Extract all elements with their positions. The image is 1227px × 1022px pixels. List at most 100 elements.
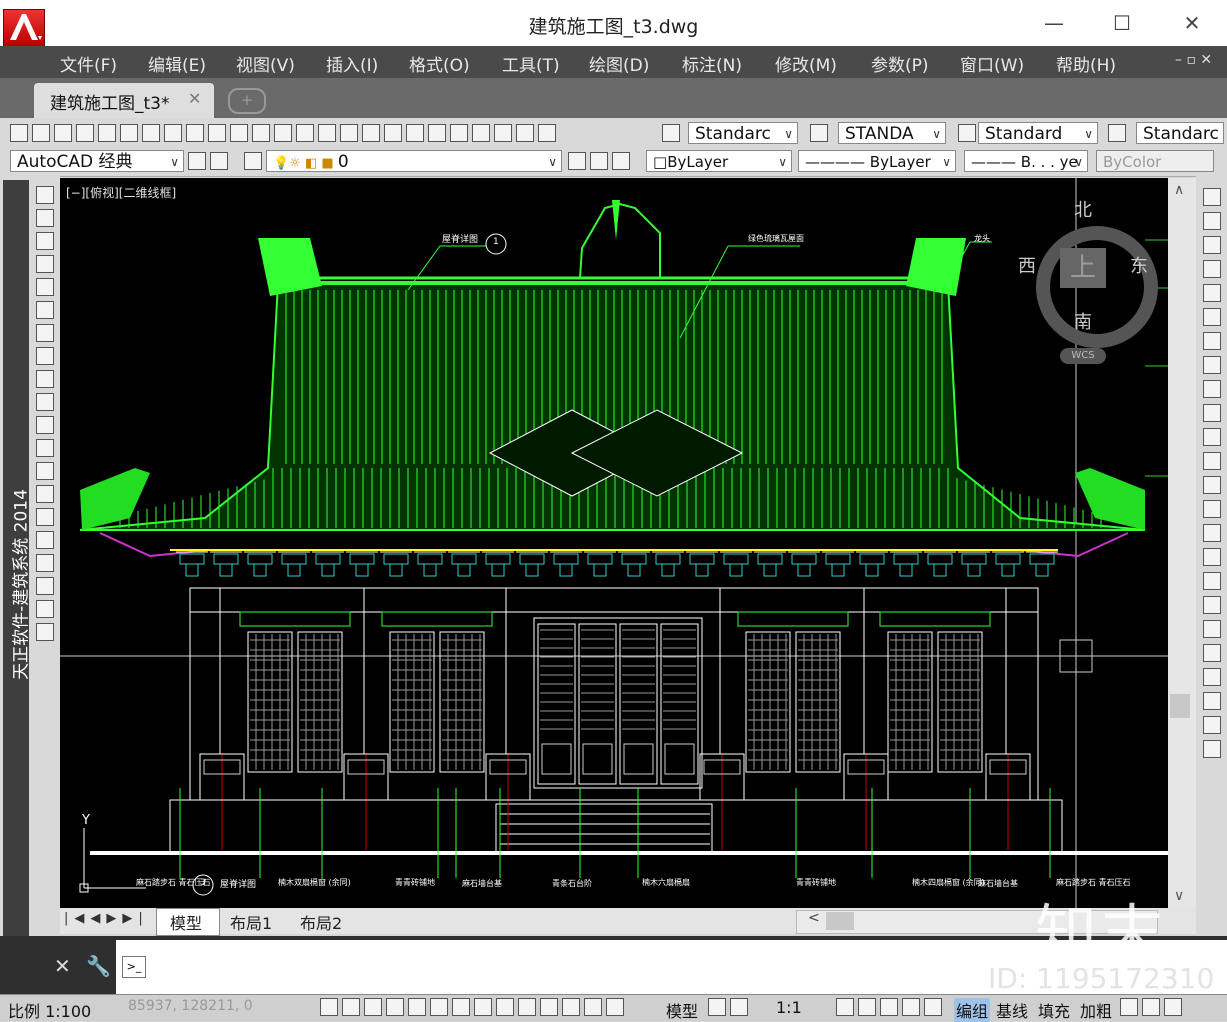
lock-icon[interactable] (902, 998, 920, 1016)
make-current-layer-icon[interactable] (568, 152, 586, 170)
preview-icon[interactable] (98, 124, 116, 142)
new-tab-button[interactable]: + (228, 88, 266, 114)
color-dropdown[interactable]: □ByLayer ∨ (646, 150, 792, 172)
zoom-window-icon[interactable] (362, 124, 380, 142)
menu-edit[interactable]: 编辑(E) (148, 51, 206, 76)
chamfer-icon[interactable] (1203, 500, 1221, 518)
redo-icon[interactable] (296, 124, 314, 142)
scroll-down-icon[interactable]: ∨ (1174, 888, 1184, 904)
mtext-icon[interactable] (36, 600, 54, 618)
dimension-icon[interactable] (1203, 740, 1221, 758)
multileader-style-dropdown[interactable]: Standarc (1136, 122, 1224, 144)
customize-wrench-icon[interactable]: 🔧 (86, 954, 111, 978)
hatch-icon[interactable] (36, 508, 54, 526)
ucs-icon[interactable] (1203, 716, 1221, 734)
annotation-scale[interactable]: 1:1 (776, 998, 802, 1017)
mirror-icon[interactable] (1203, 236, 1221, 254)
open-file-icon[interactable] (32, 124, 50, 142)
close-command-icon[interactable]: ✕ (54, 954, 71, 978)
circle-icon[interactable] (36, 324, 54, 342)
add-selected-icon[interactable] (36, 623, 54, 641)
dyn-input-icon[interactable] (518, 998, 536, 1016)
layout-nav-arrows-icon[interactable]: |◀◀▶▶| (64, 911, 149, 926)
bold-toggle[interactable]: 加粗 (1080, 998, 1112, 1022)
rotate-icon[interactable] (1203, 332, 1221, 350)
copy-icon[interactable] (186, 124, 204, 142)
lineweight-toggle-icon[interactable] (540, 998, 558, 1016)
quick-view-layouts-icon[interactable] (708, 998, 726, 1016)
trim-icon[interactable] (1203, 404, 1221, 422)
menu-draw[interactable]: 绘图(D) (589, 51, 649, 76)
model-space-button[interactable]: 模型 (666, 998, 698, 1022)
break-icon[interactable] (1203, 452, 1221, 470)
menu-view[interactable]: 视图(V) (236, 51, 295, 76)
menu-file[interactable]: 文件(F) (60, 51, 117, 76)
quick-view-drawings-icon[interactable] (730, 998, 748, 1016)
menu-window[interactable]: 窗口(W) (960, 51, 1024, 76)
explode-icon[interactable] (1203, 572, 1221, 590)
zoom-realtime-icon[interactable] (340, 124, 358, 142)
fill-toggle[interactable]: 填充 (1038, 998, 1070, 1022)
layout-tab-layout1[interactable]: 布局1 (230, 910, 272, 934)
move-icon[interactable] (1203, 308, 1221, 326)
viewcube-top[interactable]: 上 (1060, 248, 1106, 288)
table-icon[interactable] (36, 577, 54, 595)
copy-object-icon[interactable] (1203, 212, 1221, 230)
cut-icon[interactable] (164, 124, 182, 142)
join-icon[interactable] (1203, 476, 1221, 494)
rectangle-icon[interactable] (36, 278, 54, 296)
design-center-icon[interactable] (428, 124, 446, 142)
save-icon[interactable] (54, 124, 72, 142)
dynamic-label-icon[interactable] (1120, 998, 1138, 1016)
properties-icon[interactable] (406, 124, 424, 142)
menu-tools[interactable]: 工具(T) (502, 51, 560, 76)
erase-icon[interactable] (1203, 188, 1221, 206)
tab-close-icon[interactable]: ✕ (188, 89, 201, 108)
construction-line-icon[interactable] (36, 209, 54, 227)
auto-scale-icon[interactable] (858, 998, 876, 1016)
ellipse-arc-icon[interactable] (36, 416, 54, 434)
infer-constraints-icon[interactable] (320, 998, 338, 1016)
viewcube-east[interactable]: 东 (1130, 252, 1148, 278)
match-properties-icon[interactable] (230, 124, 248, 142)
bulb-icon[interactable] (1142, 998, 1160, 1016)
lineweight-dropdown[interactable]: ——— B. . . ye ∨ (964, 150, 1088, 172)
annotation-visibility-icon[interactable] (836, 998, 854, 1016)
snap-icon[interactable] (342, 998, 360, 1016)
maximize-button[interactable]: ☐ (1102, 10, 1142, 36)
grid-icon[interactable] (364, 998, 382, 1016)
extend-icon[interactable] (1203, 428, 1221, 446)
quick-properties-icon[interactable] (584, 998, 602, 1016)
ortho-icon[interactable] (386, 998, 404, 1016)
offset-icon[interactable] (1203, 260, 1221, 278)
tool-palettes-icon[interactable] (450, 124, 468, 142)
help-icon[interactable] (538, 124, 556, 142)
calculator-icon[interactable] (516, 124, 534, 142)
undo-icon[interactable] (274, 124, 292, 142)
gradient-icon[interactable] (36, 531, 54, 549)
layer-state-icon[interactable] (612, 152, 630, 170)
region-icon[interactable] (36, 554, 54, 572)
sheet-set-icon[interactable] (472, 124, 490, 142)
draworder-icon[interactable] (1203, 596, 1221, 614)
h-scroll-thumb[interactable] (826, 912, 854, 930)
scale-icon[interactable] (1203, 356, 1221, 374)
block-editor-icon[interactable] (252, 124, 270, 142)
scale-indicator[interactable]: 比例 1:100 (8, 998, 91, 1022)
hatch-back-icon[interactable] (1203, 692, 1221, 710)
scroll-up-icon[interactable]: ∧ (1174, 182, 1184, 198)
menu-parameter[interactable]: 参数(P) (871, 51, 929, 76)
publish-icon[interactable] (120, 124, 138, 142)
text-style-dropdown[interactable]: Standarc ∨ (688, 122, 798, 144)
scroll-left-icon[interactable]: < (808, 910, 820, 926)
pan-icon[interactable] (318, 124, 336, 142)
minimize-button[interactable]: — (1034, 10, 1074, 36)
fillet-icon[interactable] (1203, 524, 1221, 542)
insert-block-icon[interactable] (36, 439, 54, 457)
make-block-icon[interactable] (36, 462, 54, 480)
layout-tab-layout2[interactable]: 布局2 (300, 910, 342, 934)
command-prompt-icon[interactable]: >_ (122, 956, 146, 978)
wcs-menu[interactable]: WCS (1060, 348, 1106, 364)
doc-window-controls[interactable]: – ▫ ✕ (1175, 52, 1212, 68)
new-file-icon[interactable] (10, 124, 28, 142)
